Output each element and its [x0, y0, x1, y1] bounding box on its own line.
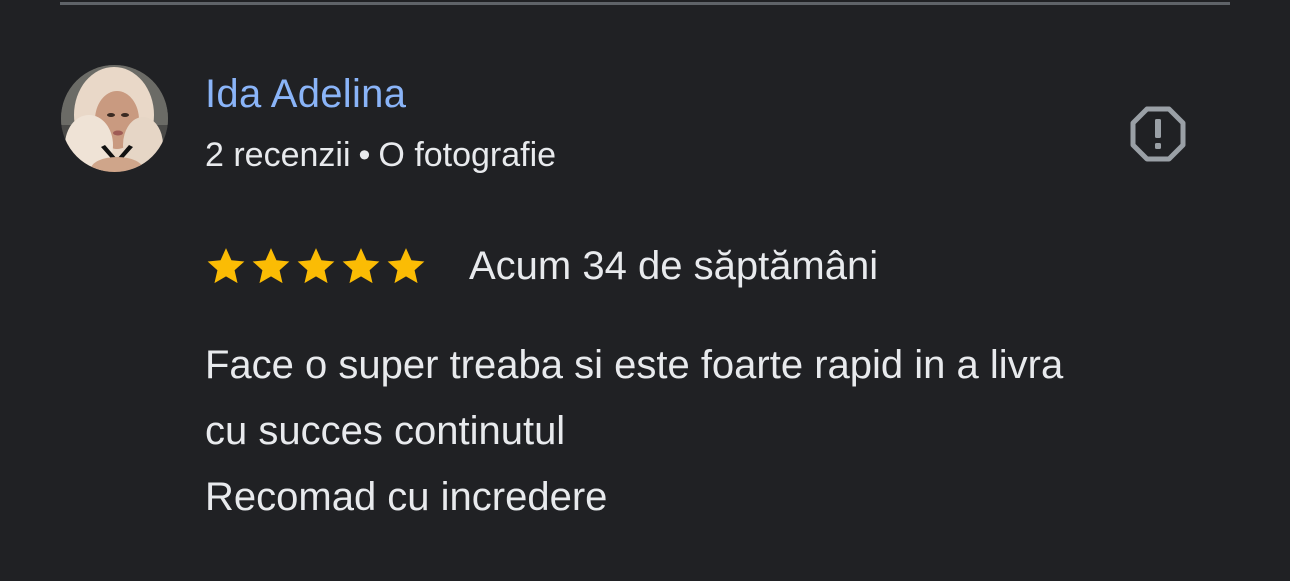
avatar-photo	[61, 65, 168, 172]
reviewer-avatar[interactable]	[61, 65, 168, 172]
review-text: Face o super treaba si este foarte rapid…	[205, 332, 1265, 530]
star-icon	[387, 248, 425, 284]
reviewer-meta: 2 recenzii • O fotografie	[205, 136, 556, 175]
reviewer-name[interactable]: Ida Adelina	[205, 72, 406, 117]
photos-count: O fotografie	[378, 136, 557, 174]
review-text-line: Recomad cu incredere	[205, 475, 608, 519]
reviews-count: 2 recenzii	[205, 136, 351, 174]
star-icon	[207, 248, 245, 284]
meta-separator: •	[358, 136, 371, 174]
review-text-line: Face o super treaba si este foarte rapid…	[205, 343, 1064, 387]
divider	[60, 2, 1230, 5]
star-rating	[205, 245, 427, 287]
star-icon	[252, 248, 290, 284]
review-text-line: cu succes continutul	[205, 409, 566, 453]
rating-row: Acum 34 de săptămâni	[205, 238, 878, 294]
star-icon	[342, 248, 380, 284]
star-icon	[297, 248, 335, 284]
review-date: Acum 34 de săptămâni	[469, 243, 879, 288]
report-flag-icon[interactable]	[1128, 104, 1188, 164]
